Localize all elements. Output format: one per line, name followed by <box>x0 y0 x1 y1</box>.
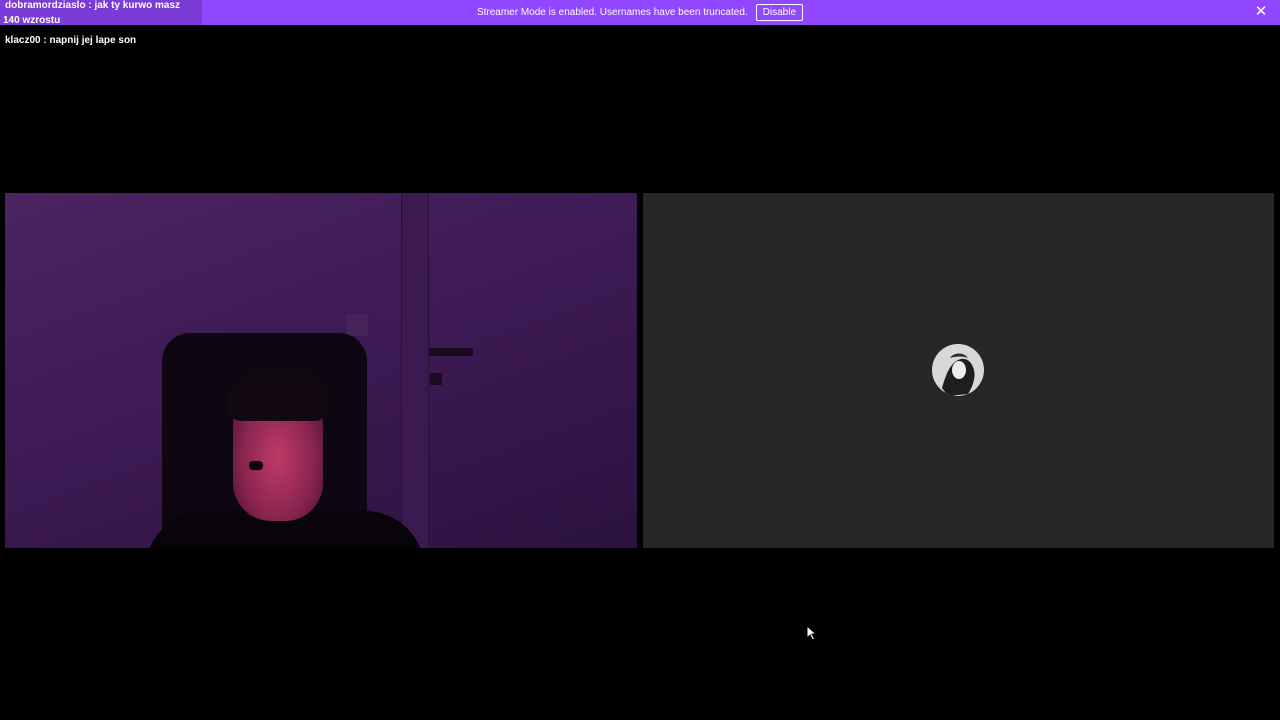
mouse-pointer-icon <box>806 624 818 641</box>
chat-message-continuation: 140 wzrostu <box>3 15 61 26</box>
webcam-light-switch <box>345 313 369 337</box>
close-icon[interactable]: ✕ <box>1254 4 1268 20</box>
remote-video-tile[interactable] <box>643 193 1274 548</box>
chat-message: klacz00 : napnij jej lape son <box>5 35 137 46</box>
webcam-door <box>401 193 429 548</box>
webcam-door-handle <box>429 348 473 356</box>
headset-mic <box>249 461 263 470</box>
webcam-person-hair <box>227 369 329 421</box>
webcam-door-lock <box>430 373 442 385</box>
disable-streamer-mode-button[interactable]: Disable <box>755 4 804 21</box>
remote-user-avatar <box>932 344 984 396</box>
video-chat-screen: Streamer Mode is enabled. Usernames have… <box>0 0 1280 720</box>
streamer-mode-message: Streamer Mode is enabled. Usernames have… <box>476 7 748 18</box>
local-webcam-tile[interactable] <box>5 193 637 548</box>
avatar-portrait-icon <box>932 344 984 396</box>
chat-message: dobramordziaslo : jak ty kurwo masz <box>5 0 181 11</box>
